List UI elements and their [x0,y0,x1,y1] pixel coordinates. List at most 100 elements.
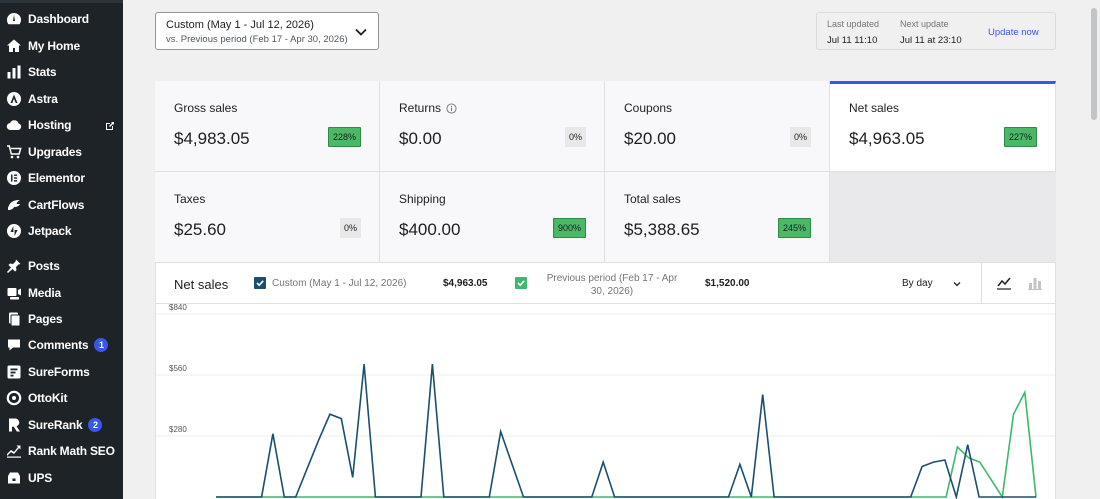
sidebar-item-stats[interactable]: Stats [0,60,123,84]
sidebar-item-label: CartFlows [28,198,85,212]
summary-card-gross-sales[interactable]: Gross sales $4,983.05 228% [155,81,380,172]
sidebar-item-label: OttoKit [28,391,68,405]
previous-period-total: $1,520.00 [705,278,750,289]
chart-title: Net sales [174,277,229,292]
sidebar-item-label: Pages [28,312,63,326]
line-chart-icon[interactable] [996,275,1012,291]
current-period-total: $4,963.05 [443,278,488,289]
summary-card-label-text: Gross sales [174,101,238,115]
chart-header: Net sales Custom (May 1 - Jul 12, 2026) … [156,263,1055,304]
sidebar-item-label: Stats [28,65,57,79]
sidebar-item-sureforms[interactable]: SureForms [0,360,123,384]
date-range-selector[interactable]: Custom (May 1 - Jul 12, 2026) vs. Previo… [155,12,379,50]
sidebar-item-label: Jetpack [28,224,72,238]
cart-icon [6,144,22,160]
summary-empty-cell [830,172,1056,263]
delta-badge: 0% [789,127,811,147]
cloud-icon [6,117,22,133]
sidebar-item-label: My Home [28,39,80,53]
stats-icon [6,64,22,80]
sidebar-item-label: SureRank [28,418,83,432]
next-update-label: Next update [900,19,949,29]
summary-card-label: Net sales [849,101,899,115]
previous-period-legend-label: Previous period (Feb 17 - Apr 30, 2026) [536,272,688,298]
sidebar-item-posts[interactable]: Posts [0,254,123,278]
sidebar-item-upgrades[interactable]: Upgrades [0,140,123,164]
notification-badge: 1 [94,338,109,352]
y-tick-label: $280 [169,425,187,434]
sidebar-item-my-home[interactable]: My Home [0,34,123,58]
summary-card-value: $20.00 [624,129,676,148]
current-period-checkbox[interactable] [254,277,266,289]
sidebar-item-cartflows[interactable]: CartFlows [0,193,123,217]
update-now-button[interactable]: Update now [988,27,1039,38]
sidebar-item-hosting[interactable]: Hosting [0,113,123,137]
summary-card-label: Coupons [624,101,672,115]
sidebar-item-ups[interactable]: UPS [0,466,123,490]
sidebar-item-media[interactable]: Media [0,281,123,305]
external-link-icon [105,120,115,130]
comment-icon [6,337,22,353]
summary-card-label-text: Shipping [399,192,446,206]
media-icon [6,285,22,301]
delta-badge: 228% [327,127,361,147]
sidebar-item-pages[interactable]: Pages [0,307,123,331]
summary-card-value: $4,963.05 [849,129,925,148]
summary-card-taxes[interactable]: Taxes $25.60 0% [155,172,380,263]
sidebar-item-comments[interactable]: Comments 1 [0,333,123,357]
sidebar-item-label: Media [28,286,62,300]
rankmath-icon [6,443,22,459]
chevron-down-icon [953,282,961,287]
summary-card-value: $25.60 [174,220,226,239]
sidebar-item-surerank[interactable]: SureRank 2 [0,413,123,437]
sidebar-item-label: Elementor [28,171,85,185]
sidebar-item-elementor[interactable]: Elementor [0,166,123,190]
sidebar-item-label: Posts [28,259,60,273]
scrollbar-thumb[interactable] [1091,8,1097,120]
date-range-label: Custom (May 1 - Jul 12, 2026) [166,19,314,31]
sidebar-item-jetpack[interactable]: Jetpack [0,219,123,243]
interval-select[interactable]: By day [902,278,933,289]
summary-card-value: $5,388.65 [624,220,700,239]
summary-card-total-sales[interactable]: Total sales $5,388.65 245% [605,172,830,263]
summary-card-shipping[interactable]: Shipping $400.00 900% [380,172,605,263]
chevron-down-icon [355,28,367,36]
info-icon[interactable] [446,102,457,114]
delta-badge: 0% [339,218,361,238]
sidebar-item-ottokit[interactable]: OttoKit [0,386,123,410]
home-icon [6,38,22,54]
sidebar-item-rank-math-seo[interactable]: Rank Math SEO [0,439,123,463]
sidebar-item-label: Dashboard [28,12,89,26]
last-updated-value: Jul 11 11:10 [827,35,878,46]
page-scrollbar[interactable] [1088,0,1100,499]
admin-sidebar: Dashboard My Home Stats Astra Hosting Upgrade… [0,0,123,499]
ups-icon [6,470,22,486]
previous-period-checkbox[interactable] [515,277,527,289]
summary-card-label-text: Total sales [624,192,681,206]
ottokit-icon [6,390,22,406]
summary-card-net-sales[interactable]: Net sales $4,963.05 227% [830,81,1056,172]
delta-badge: 227% [1003,127,1037,147]
delta-badge: 0% [564,127,586,147]
sidebar-item-dashboard[interactable]: Dashboard [0,7,123,31]
summary-card-coupons[interactable]: Coupons $20.00 0% [605,81,830,172]
net-sales-chart: $840 $560 $280 [156,304,1055,499]
current-period-line [216,364,1036,499]
bar-chart-icon[interactable] [1027,275,1043,291]
date-range-compare-label: vs. Previous period (Feb 17 - Apr 30, 20… [166,34,348,45]
summary-card-value: $400.00 [399,220,461,239]
current-period-legend-label: Custom (May 1 - Jul 12, 2026) [272,278,407,289]
last-updated-label: Last updated [827,19,880,29]
elementor-icon [6,170,22,186]
surerank-icon [6,417,22,433]
summary-card-label: Total sales [624,192,681,206]
summary-card-returns[interactable]: Returns $0.00 0% [380,81,605,172]
summary-card-value: $0.00 [399,129,442,148]
check-icon [256,280,264,287]
sidebar-item-label: Hosting [28,118,72,132]
notification-badge: 2 [88,418,103,432]
sidebar-item-astra[interactable]: Astra [0,87,123,111]
summary-card-label: Returns [399,101,457,115]
summary-card-label: Taxes [174,192,205,206]
previous-period-legend-line1: Previous period (Feb 17 - Apr [546,273,678,284]
